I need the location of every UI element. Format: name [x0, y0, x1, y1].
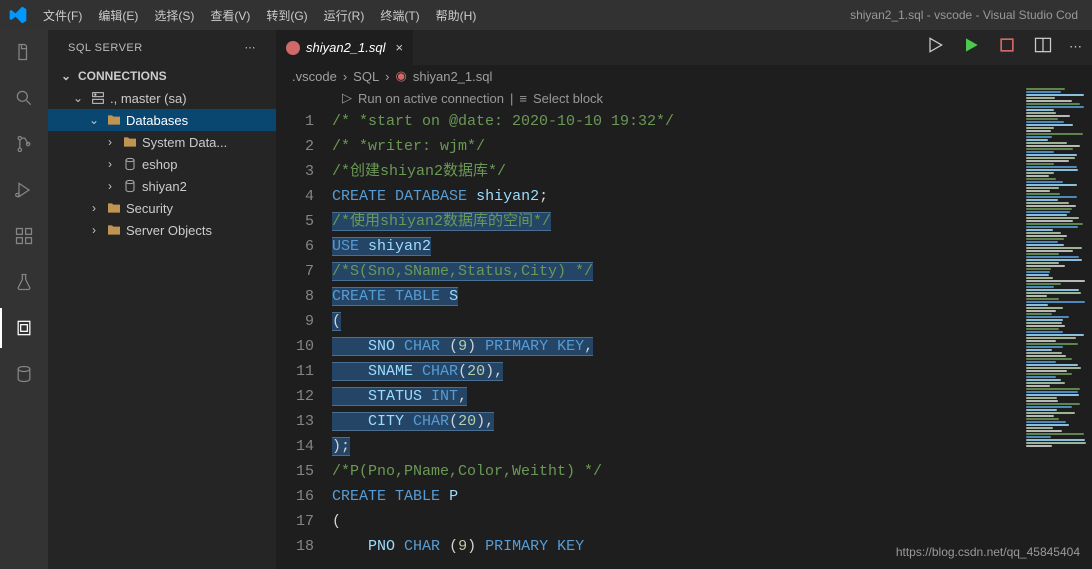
sidebar-header: SQL SERVER ⋯: [48, 30, 276, 65]
connections-label: CONNECTIONS: [78, 69, 167, 83]
menu-item[interactable]: 帮助(H): [428, 7, 485, 24]
extensions-icon[interactable]: [12, 224, 36, 248]
chevron-icon: ›: [102, 179, 118, 193]
editor-actions: ⋯: [925, 35, 1082, 58]
minimap[interactable]: [1022, 87, 1092, 567]
sidebar: SQL SERVER ⋯ ⌄ CONNECTIONS ⌄ ., master (s…: [48, 30, 276, 569]
run-debug-icon[interactable]: [12, 178, 36, 202]
tree-label: Security: [126, 201, 173, 216]
flask-icon[interactable]: [12, 270, 36, 294]
database-icon[interactable]: [12, 362, 36, 386]
chevron-icon: ›: [86, 201, 102, 215]
menu-item[interactable]: 查看(V): [202, 7, 258, 24]
sidebar-title: SQL SERVER: [68, 42, 143, 54]
titlebar: 文件(F)编辑(E)选择(S)查看(V)转到(G)运行(R)终端(T)帮助(H)…: [0, 0, 1092, 30]
tree-label: ., master (sa): [110, 91, 187, 106]
tree-item[interactable]: › eshop: [48, 153, 276, 175]
run-icon[interactable]: [961, 35, 981, 58]
close-icon[interactable]: ×: [396, 40, 404, 55]
menu-item[interactable]: 编辑(E): [90, 7, 146, 24]
folder-icon: [106, 220, 122, 240]
code-lines[interactable]: /* *start on @date: 2020-10-10 19:32*//*…: [332, 109, 674, 559]
tab-label: shiyan2_1.sql: [306, 40, 386, 55]
folder-icon: [106, 198, 122, 218]
chevron-down-icon: ⌄: [58, 69, 74, 83]
menu-item[interactable]: 运行(R): [316, 7, 373, 24]
file-tab[interactable]: shiyan2_1.sql ×: [276, 30, 413, 65]
chevron-icon: ›: [102, 135, 118, 149]
folder-icon: [122, 132, 138, 152]
chevron-icon: ⌄: [70, 91, 86, 105]
chevron-icon: ›: [86, 223, 102, 237]
menu-item[interactable]: 终端(T): [372, 7, 427, 24]
menu-bar: 文件(F)编辑(E)选择(S)查看(V)转到(G)运行(R)终端(T)帮助(H): [35, 7, 484, 24]
breadcrumb[interactable]: .vscode › SQL › ◉ shiyan2_1.sql: [276, 65, 1092, 87]
play-icon[interactable]: ▷: [342, 90, 352, 106]
sql-server-icon[interactable]: [12, 316, 36, 340]
split-icon[interactable]: [1033, 35, 1053, 58]
sql-file-icon: [286, 41, 300, 55]
chevron-icon: ›: [102, 157, 118, 171]
breadcrumb-seg: SQL: [353, 69, 379, 84]
tree-item[interactable]: › shiyan2: [48, 175, 276, 197]
menu-item[interactable]: 选择(S): [146, 7, 202, 24]
breadcrumb-seg: shiyan2_1.sql: [413, 69, 493, 84]
tree-label: Server Objects: [126, 223, 212, 238]
chevron-right-icon: ›: [385, 69, 389, 84]
tree-label: Databases: [126, 113, 188, 128]
connections-header[interactable]: ⌄ CONNECTIONS: [48, 65, 276, 87]
activity-bar: [0, 30, 48, 569]
db-icon: [122, 154, 138, 174]
sql-file-icon: ◉: [396, 68, 407, 84]
codelens-select[interactable]: Select block: [533, 91, 603, 106]
chevron-icon: ⌄: [86, 113, 102, 127]
tree-label: shiyan2: [142, 179, 187, 194]
search-icon[interactable]: [12, 86, 36, 110]
codelens: ▷ Run on active connection | ≡ Select bl…: [276, 87, 1092, 109]
tree-item[interactable]: › Server Objects: [48, 219, 276, 241]
server-icon: [90, 88, 106, 108]
tree-item[interactable]: › Security: [48, 197, 276, 219]
menu-item[interactable]: 文件(F): [35, 7, 90, 24]
stop-icon[interactable]: [997, 35, 1017, 58]
more-icon[interactable]: ⋯: [1069, 39, 1082, 55]
vscode-logo-icon: [0, 5, 35, 25]
codelens-run[interactable]: Run on active connection: [358, 91, 504, 106]
run-outline-icon[interactable]: [925, 35, 945, 58]
sidebar-more-icon[interactable]: ⋯: [245, 41, 257, 54]
list-icon: ≡: [519, 91, 527, 106]
line-gutter: 123456789101112131415161718: [276, 109, 332, 559]
tree-item[interactable]: ⌄ ., master (sa): [48, 87, 276, 109]
chevron-right-icon: ›: [343, 69, 347, 84]
tree-item[interactable]: ⌄ Databases: [48, 109, 276, 131]
watermark: https://blog.csdn.net/qq_45845404: [896, 545, 1080, 559]
menu-item[interactable]: 转到(G): [258, 7, 315, 24]
explorer-icon[interactable]: [12, 40, 36, 64]
code-editor[interactable]: 123456789101112131415161718 /* *start on…: [276, 109, 1092, 559]
breadcrumb-seg: .vscode: [292, 69, 337, 84]
folder-icon: [106, 110, 122, 130]
window-title: shiyan2_1.sql - vscode - Visual Studio C…: [484, 8, 1092, 22]
tree-item[interactable]: › System Data...: [48, 131, 276, 153]
tree-label: eshop: [142, 157, 177, 172]
editor-area: shiyan2_1.sql × ⋯ .vscode › SQL › ◉ shiy…: [276, 30, 1092, 569]
tree-label: System Data...: [142, 135, 227, 150]
source-control-icon[interactable]: [12, 132, 36, 156]
db-icon: [122, 176, 138, 196]
